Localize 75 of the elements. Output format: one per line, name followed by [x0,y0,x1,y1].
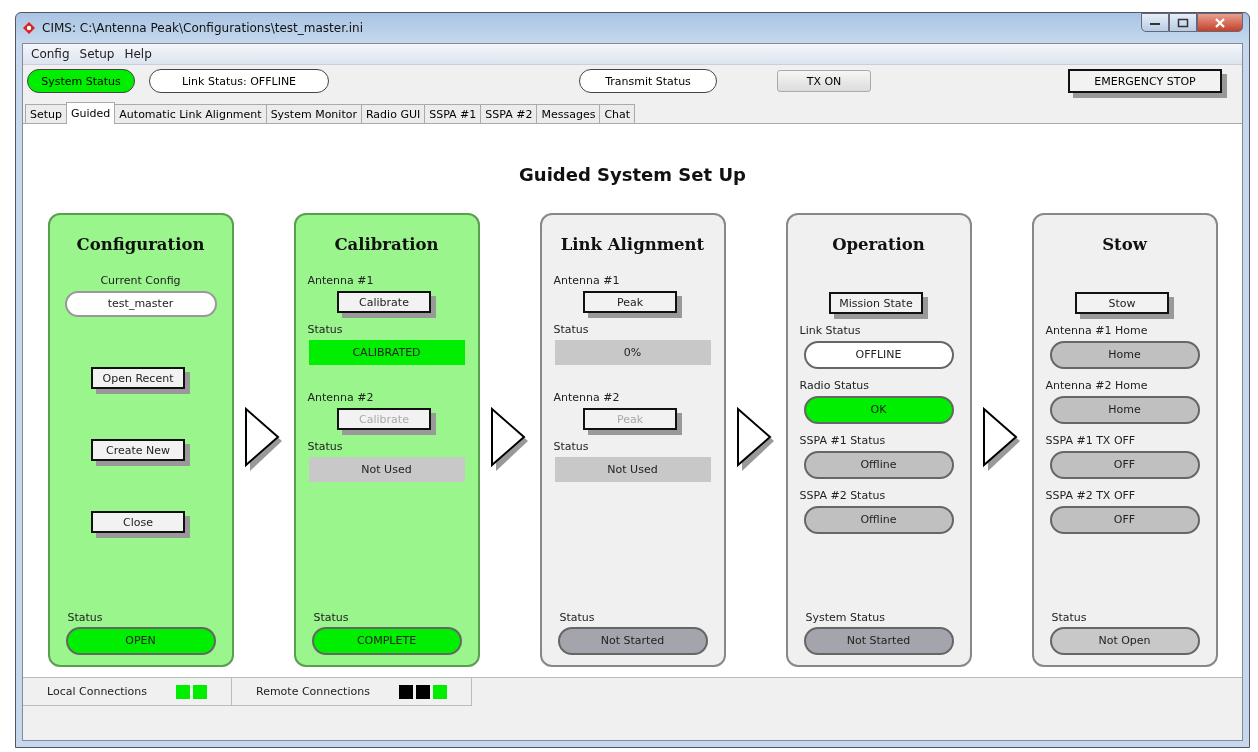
tab[interactable]: Automatic Link Alignment [114,104,267,123]
close-button[interactable] [1197,13,1243,32]
status-label: Remote Connections [256,685,370,698]
panel-title: Calibration [333,235,440,254]
status-indicator: Home [1049,341,1200,369]
field-label: Status [307,323,343,336]
window-title: CIMS: C:\Antenna Peak\Configurations\test_master.ini [42,21,365,35]
field-label: System Status [805,611,886,624]
status-indicator: Offline [803,506,954,534]
maximize-button[interactable] [1169,13,1197,32]
close-icon [1214,17,1226,28]
field-label: Status [559,611,595,624]
menu-item[interactable]: Setup [75,46,119,62]
status-indicator: Offline [803,451,954,479]
tab[interactable]: Chat [599,104,636,123]
status-indicator: OPEN [65,627,216,655]
field-label: Antenna #2 Home [1045,379,1148,392]
status-indicator: OFF [1049,451,1200,479]
status-field: Not Used [554,457,711,482]
field-label: Status [553,323,589,336]
field-label: Status [307,440,343,453]
page-heading: Guided System Set Up [519,164,746,185]
minimize-button[interactable] [1141,13,1169,32]
panel-title: Link Alignment [559,235,706,254]
app-icon [22,21,36,35]
tab[interactable]: SSPA #1 [424,104,482,123]
field-label: Antenna #2 [553,391,620,404]
arrow-icon [981,407,1022,473]
status-field: 0% [554,340,711,365]
status-indicator: OFFLINE [803,341,954,369]
arrow-icon [243,407,284,473]
field-label: Status [67,611,103,624]
config-field: test_master [64,291,217,317]
status-button[interactable]: Transmit Status [579,69,717,93]
field-label: Status [553,440,589,453]
maximize-icon [1177,17,1189,28]
field-label: Status [1051,611,1087,624]
tab[interactable]: Radio GUI [360,104,426,123]
tx-button[interactable]: TX ON [777,70,871,92]
status-label: Local Connections [47,685,147,698]
field-label: Antenna #1 [307,274,374,287]
status-button[interactable]: System Status [27,69,135,93]
status-field: Not Used [308,457,465,482]
field-label: SSPA #1 Status [799,434,886,447]
tab[interactable]: Guided [66,102,116,124]
field-label: Antenna #1 [553,274,620,287]
status-indicator: Not Started [803,627,954,655]
status-indicator: COMPLETE [311,627,462,655]
status-indicator: OK [803,396,954,424]
status-button[interactable]: Link Status: OFFLINE [149,69,329,93]
tab[interactable]: Messages [536,104,601,123]
field-label: Current Config [100,274,181,287]
status-indicator: Not Open [1049,627,1200,655]
panel-title: Stow [1101,235,1149,254]
tab[interactable]: System Monitor [265,104,362,123]
field-label: SSPA #2 TX OFF [1045,489,1136,502]
field-label: Radio Status [799,379,869,392]
status-indicator: Not Started [557,627,708,655]
tab[interactable]: Setup [25,104,68,123]
field-label: SSPA #1 TX OFF [1045,434,1136,447]
field-label: Antenna #1 Home [1045,324,1148,337]
field-label: SSPA #2 Status [799,489,886,502]
arrow-icon [489,407,530,473]
field-label: Status [313,611,349,624]
status-indicator: Home [1049,396,1200,424]
field-label: Antenna #2 [307,391,374,404]
menu-item[interactable]: Help [120,46,156,62]
tab[interactable]: SSPA #2 [480,104,538,123]
arrow-icon [735,407,776,473]
field-label: Link Status [799,324,861,337]
status-indicator: OFF [1049,506,1200,534]
panel-title: Configuration [75,235,206,254]
menu-item[interactable]: Config [27,46,74,62]
status-field: CALIBRATED [308,340,465,365]
panel-title: Operation [831,235,926,254]
